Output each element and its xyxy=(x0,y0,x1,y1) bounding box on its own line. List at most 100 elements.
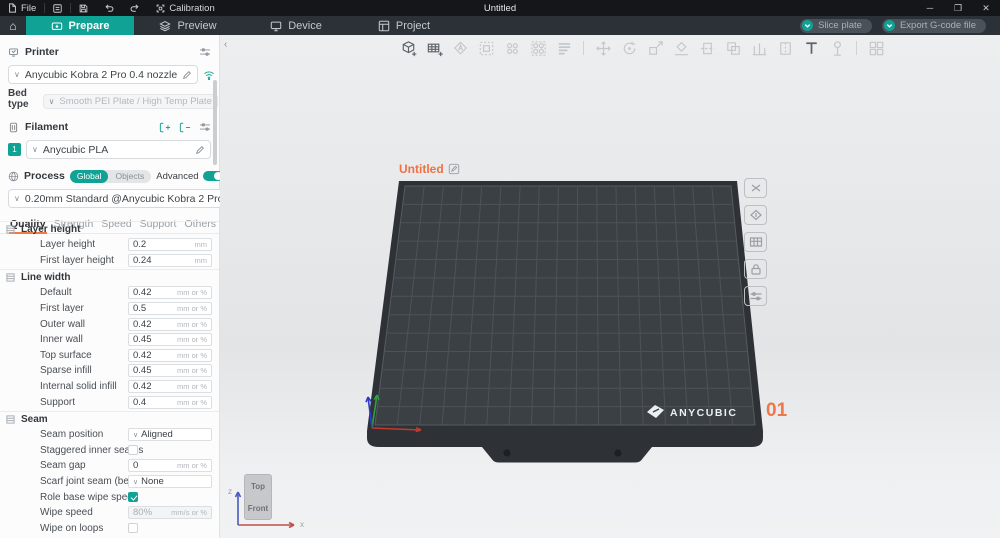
plate-settings-button[interactable] xyxy=(744,286,767,306)
filament-section-title: Filament xyxy=(25,121,68,133)
edit-printer-icon[interactable] xyxy=(182,70,192,80)
calibration-menu-label: Calibration xyxy=(169,3,214,14)
split-to-parts-icon[interactable] xyxy=(528,38,548,58)
arrange-plate-button[interactable] xyxy=(744,232,767,252)
scope-global-button[interactable]: Global xyxy=(70,170,109,183)
param-checkbox-staggered-inner-seams[interactable] xyxy=(128,445,138,455)
undo-button[interactable] xyxy=(96,0,122,16)
section-header-line-width: Line width xyxy=(0,269,219,285)
lock-plate-button[interactable] xyxy=(744,259,767,279)
rotate-icon[interactable] xyxy=(619,38,639,58)
param-input-wipe-speed[interactable]: 80%mm/s or % xyxy=(128,506,212,519)
tab-project[interactable]: Project xyxy=(350,16,458,35)
wifi-connect-icon[interactable] xyxy=(203,70,215,80)
export-gcode-button[interactable]: Export G-code file xyxy=(882,19,986,33)
add-plate-icon[interactable] xyxy=(424,38,444,58)
project-icon xyxy=(378,20,390,32)
param-input-inner-wall[interactable]: 0.45mm or % xyxy=(128,333,212,346)
preview-icon xyxy=(159,20,171,32)
tab-prepare[interactable]: Prepare xyxy=(26,16,134,35)
viewport-3d[interactable]: ‹ ANYCUBIC Untitl xyxy=(220,35,1000,538)
param-row-first-layer: First layer0.5mm or % xyxy=(0,301,219,317)
scale-icon[interactable] xyxy=(645,38,665,58)
arrange-icon[interactable] xyxy=(476,38,496,58)
axis-x-label: x xyxy=(300,520,304,529)
param-label: First layer height xyxy=(40,255,114,266)
printer-preset-select[interactable]: ∨ Anycubic Kobra 2 Pro 0.4 nozzle xyxy=(8,65,198,84)
param-input-first-layer-height[interactable]: 0.24mm xyxy=(128,254,212,267)
param-row-wipe-speed: Wipe speed80%mm/s or % xyxy=(0,505,219,521)
auto-orient-icon[interactable] xyxy=(450,38,470,58)
slice-plate-button[interactable]: Slice plate xyxy=(800,19,872,33)
remove-filament-icon[interactable] xyxy=(179,122,191,133)
variable-layer-height-icon[interactable] xyxy=(554,38,574,58)
move-icon[interactable] xyxy=(593,38,613,58)
svg-text:ANYCUBIC: ANYCUBIC xyxy=(670,407,737,419)
add-object-icon[interactable] xyxy=(398,38,418,58)
redo-button[interactable] xyxy=(122,0,148,16)
build-plate[interactable]: ANYCUBIC xyxy=(220,35,1000,538)
calibration-menu[interactable]: Calibration xyxy=(148,0,222,16)
edit-plate-name-icon[interactable] xyxy=(448,163,460,175)
param-input-layer-height[interactable]: 0.2mm xyxy=(128,238,212,251)
device-icon xyxy=(270,20,282,32)
split-to-objects-icon[interactable] xyxy=(502,38,522,58)
plate-button-column xyxy=(744,178,767,306)
bed-type-label: Bed type xyxy=(8,88,29,110)
export-dropdown-icon[interactable] xyxy=(884,20,895,31)
tab-preview[interactable]: Preview xyxy=(134,16,242,35)
close-button[interactable]: ✕ xyxy=(972,0,1000,16)
main-tabbar: ⌂ Prepare Preview Device Project Slice p… xyxy=(0,16,1000,35)
svg-icon[interactable] xyxy=(827,38,847,58)
edit-filament-icon[interactable] xyxy=(195,145,205,155)
printer-section-header: Printer xyxy=(0,44,219,60)
param-input-internal-solid-infill[interactable]: 0.42mm or % xyxy=(128,380,212,393)
process-preset-select[interactable]: ∨ 0.20mm Standard @Anycubic Kobra 2 Pro.… xyxy=(8,189,238,208)
plate-name[interactable]: Untitled xyxy=(399,162,460,176)
titlebar: File Calibration xyxy=(0,0,1000,16)
param-checkbox-wipe-on-loops[interactable] xyxy=(128,523,138,533)
save-button[interactable] xyxy=(71,0,96,16)
slice-dropdown-icon[interactable] xyxy=(802,20,813,31)
param-select-seam-position[interactable]: ∨Aligned xyxy=(128,428,212,441)
param-row-seam-gap: Seam gap0mm or % xyxy=(0,458,219,474)
seam-painting-icon[interactable] xyxy=(775,38,795,58)
prepare-icon xyxy=(51,20,63,32)
cut-icon[interactable] xyxy=(697,38,717,58)
param-input-seam-gap[interactable]: 0mm or % xyxy=(128,459,212,472)
param-input-first-layer[interactable]: 0.5mm or % xyxy=(128,302,212,315)
sidebar-scrollbar[interactable] xyxy=(213,80,217,165)
support-painting-icon[interactable] xyxy=(749,38,769,58)
printer-settings-icon[interactable] xyxy=(199,47,211,57)
tab-device[interactable]: Device xyxy=(242,16,350,35)
auto-orient-plate-button[interactable] xyxy=(744,205,767,225)
filament-settings-icon[interactable] xyxy=(199,122,211,132)
param-select-scarf-joint-seam-beta-[interactable]: ∨None xyxy=(128,475,212,488)
filament-slot-badge: 1 xyxy=(8,143,21,156)
add-filament-icon[interactable] xyxy=(159,122,171,133)
text-icon[interactable] xyxy=(801,38,821,58)
process-section-title: Process xyxy=(24,170,65,182)
param-input-outer-wall[interactable]: 0.42mm or % xyxy=(128,318,212,331)
assembly-view-icon[interactable] xyxy=(866,38,886,58)
menu-list-button[interactable] xyxy=(45,0,70,16)
chevron-down-icon: ∨ xyxy=(49,97,55,106)
process-globe-icon xyxy=(8,171,19,182)
lay-flat-icon[interactable] xyxy=(671,38,691,58)
delete-plate-button[interactable] xyxy=(744,178,767,198)
param-input-default[interactable]: 0.42mm or % xyxy=(128,286,212,299)
param-label: Layer height xyxy=(40,239,95,250)
scope-objects-button[interactable]: Objects xyxy=(108,171,151,181)
file-menu[interactable]: File xyxy=(0,0,44,16)
param-input-sparse-infill[interactable]: 0.45mm or % xyxy=(128,364,212,377)
mesh-boolean-icon[interactable] xyxy=(723,38,743,58)
bed-type-select[interactable]: ∨ Smooth PEI Plate / High Temp Plate xyxy=(43,94,218,109)
param-checkbox-role-base-wipe-speed[interactable] xyxy=(128,492,138,502)
maximize-button[interactable]: ❐ xyxy=(944,0,972,16)
param-input-top-surface[interactable]: 0.42mm or % xyxy=(128,349,212,362)
filament-preset-select[interactable]: ∨ Anycubic PLA xyxy=(26,140,211,159)
minimize-button[interactable]: ─ xyxy=(916,0,944,16)
home-button[interactable]: ⌂ xyxy=(0,16,26,35)
param-input-support[interactable]: 0.4mm or % xyxy=(128,396,212,409)
process-scope-toggle: Global Objects xyxy=(70,170,151,183)
